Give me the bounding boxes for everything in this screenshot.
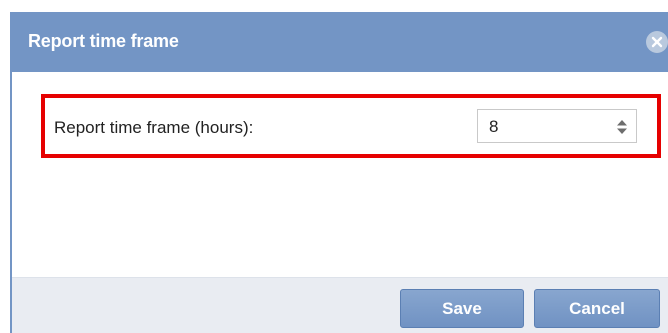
field-label: Report time frame (hours): — [54, 118, 254, 137]
screen: Report time frame Report time frame (hou… — [0, 0, 668, 333]
report-time-frame-dialog: Report time frame Report time frame (hou… — [10, 12, 668, 333]
highlighted-field-row: Report time frame (hours): 8 — [41, 94, 661, 158]
dialog-footer: Save Cancel — [12, 277, 668, 333]
dialog-body: Report time frame (hours): 8 — [12, 72, 668, 277]
hours-input-value: 8 — [489, 117, 499, 136]
dialog-title: Report time frame — [28, 31, 179, 51]
close-x-glyph — [651, 36, 663, 48]
cancel-button[interactable]: Cancel — [534, 289, 660, 328]
close-icon[interactable] — [646, 31, 668, 53]
dialog-titlebar: Report time frame — [12, 12, 668, 72]
save-button[interactable]: Save — [400, 289, 524, 328]
hours-number-input[interactable]: 8 — [477, 109, 637, 143]
up-down-arrows-icon[interactable] — [616, 117, 628, 137]
